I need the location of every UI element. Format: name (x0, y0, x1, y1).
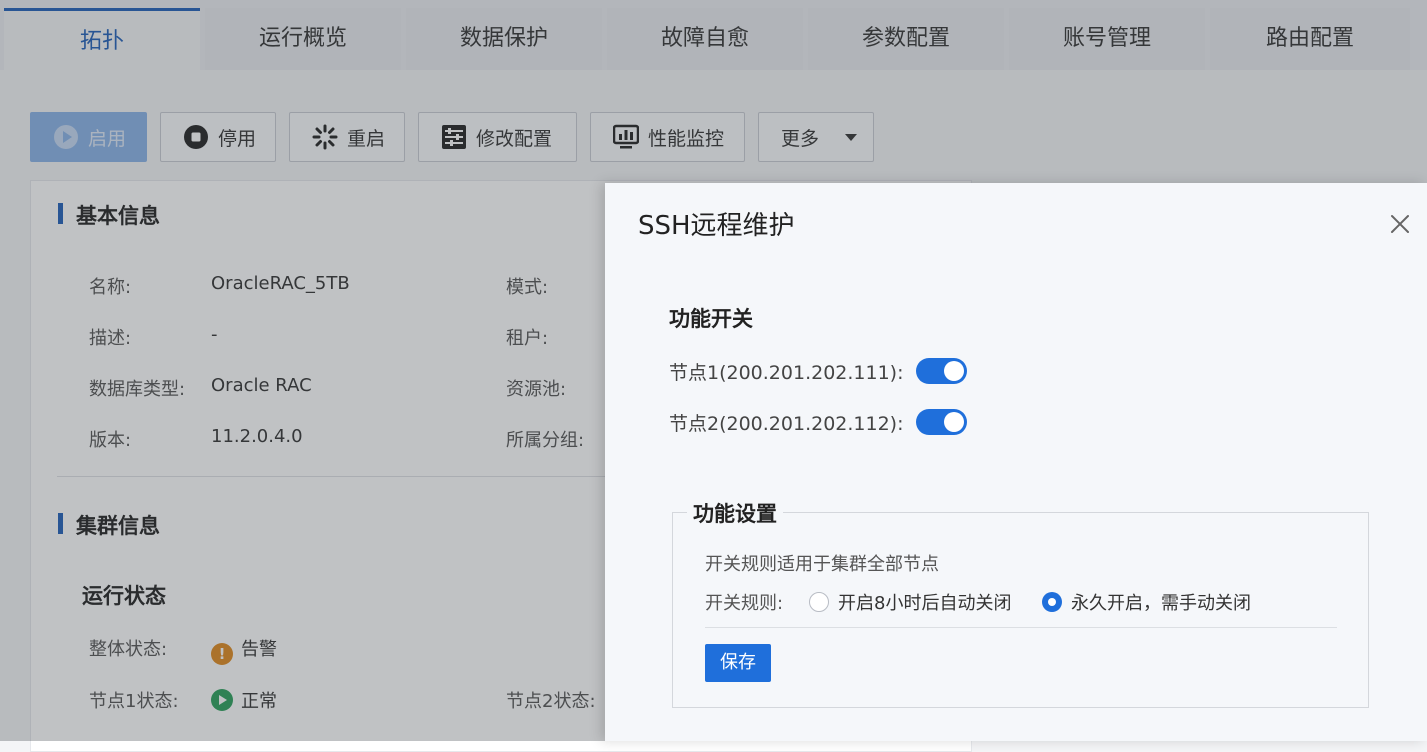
radio-permanent-label: 永久开启，需手动关闭 (1071, 593, 1251, 614)
rule-label: 开关规则: (705, 593, 784, 614)
settings-section-heading: 功能设置 (687, 498, 783, 528)
node1-toggle[interactable] (916, 358, 967, 384)
radio-auto-close[interactable]: 开启8小时后自动关闭 (809, 589, 1011, 615)
radio-circle-checked (1042, 592, 1062, 612)
app-root: 拓扑 运行概览 数据保护 故障自愈 参数配置 账号管理 路由配置 启用 停用 重… (0, 0, 1427, 752)
switch-section-heading: 功能开关 (669, 307, 753, 331)
radio-circle (809, 592, 829, 612)
toggle-knob (944, 412, 964, 432)
radio-permanent[interactable]: 永久开启，需手动关闭 (1042, 589, 1251, 615)
fieldset-divider (705, 627, 1337, 628)
node2-switch-label: 节点2(200.201.202.112): (669, 413, 904, 435)
toggle-knob (944, 361, 964, 381)
rule-note: 开关规则适用于集群全部节点 (705, 554, 939, 575)
dialog-title: SSH远程维护 (638, 211, 795, 241)
ssh-maintenance-dialog: SSH远程维护 功能开关 节点1(200.201.202.111): 节点2(2… (605, 183, 1427, 741)
radio-auto-close-label: 开启8小时后自动关闭 (838, 593, 1012, 614)
node1-switch-label: 节点1(200.201.202.111): (669, 362, 904, 384)
save-button[interactable]: 保存 (705, 644, 771, 682)
settings-fieldset: 功能设置 开关规则适用于集群全部节点 开关规则: 开启8小时后自动关闭 永久开启… (672, 498, 1369, 708)
close-icon[interactable] (1389, 213, 1411, 235)
node2-toggle[interactable] (916, 409, 967, 435)
